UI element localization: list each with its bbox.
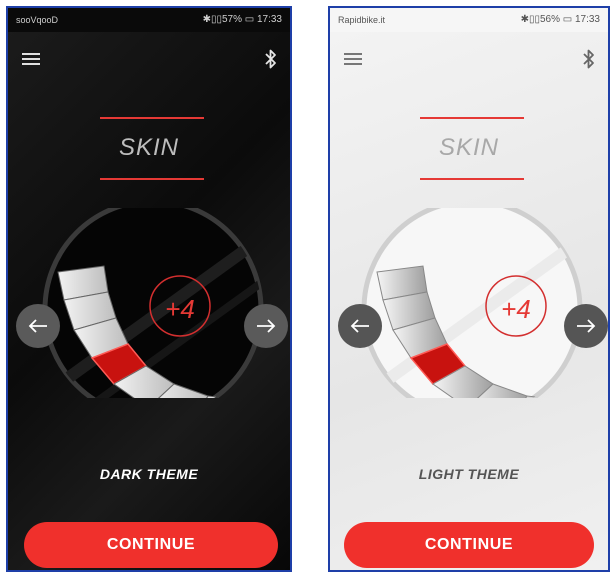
gauge-value: +4 <box>501 294 531 324</box>
next-theme-button[interactable] <box>244 304 288 348</box>
title-bottom-line <box>100 178 204 180</box>
light-theme-screen: Rapidbike.it ✱▯▯56% ▭ 17:33 SKIN +4 LIGH… <box>328 6 610 572</box>
status-indicators: ✱▯▯56% ▭ 17:33 <box>520 14 600 25</box>
theme-name-label: DARK THEME <box>99 466 199 482</box>
arrow-right-icon <box>577 319 596 333</box>
dark-theme-screen: sooVqooD ✱▯▯57% ▭ 17:33 SKIN +4 DARK THE… <box>6 6 292 572</box>
carrier-label: sooVqooD <box>16 15 59 25</box>
status-bar: sooVqooD ✱▯▯57% ▭ 17:33 <box>8 8 290 32</box>
title-top-line <box>100 117 204 119</box>
theme-name-label: LIGHT THEME <box>418 466 520 482</box>
previous-theme-button[interactable] <box>338 304 382 348</box>
arrow-right-icon <box>257 319 276 333</box>
menu-icon[interactable] <box>344 53 362 65</box>
page-title: SKIN <box>438 134 499 161</box>
gauge-preview-graphic <box>361 198 583 420</box>
next-theme-button[interactable] <box>564 304 608 348</box>
continue-button[interactable]: CONTINUE <box>24 522 278 568</box>
status-bar: Rapidbike.it ✱▯▯56% ▭ 17:33 <box>330 8 608 32</box>
page-title: SKIN <box>118 134 179 161</box>
theme-preview: +4 <box>330 198 608 420</box>
bluetooth-icon[interactable] <box>264 48 278 70</box>
status-indicators: ✱▯▯57% ▭ 17:33 <box>202 14 282 25</box>
carrier-label: Rapidbike.it <box>338 15 386 25</box>
theme-preview: +4 <box>8 198 290 420</box>
bluetooth-icon[interactable] <box>582 48 596 70</box>
previous-theme-button[interactable] <box>16 304 60 348</box>
menu-icon[interactable] <box>22 53 40 65</box>
arrow-left-icon <box>28 319 47 333</box>
continue-button[interactable]: CONTINUE <box>344 522 594 568</box>
title-bottom-line <box>420 178 524 180</box>
arrow-left-icon <box>350 319 369 333</box>
gauge-value: +4 <box>165 294 195 324</box>
title-top-line <box>420 117 524 119</box>
